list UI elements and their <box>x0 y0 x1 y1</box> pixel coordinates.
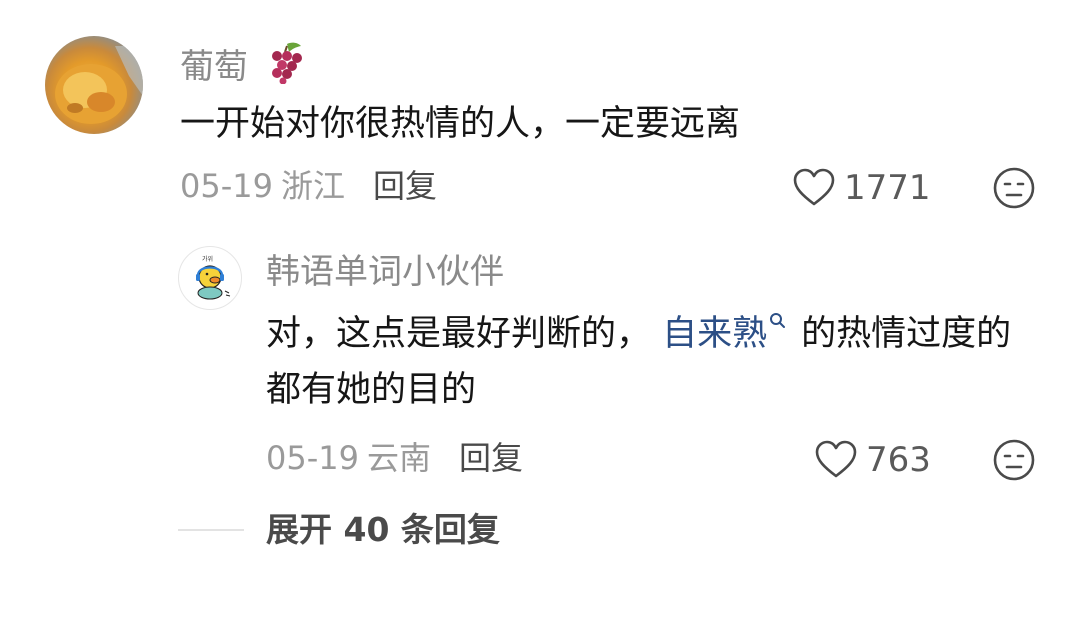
reply-dislike-button[interactable] <box>992 438 1036 486</box>
reply-text-before: 对，这点是最好判断的， <box>266 314 652 354</box>
comment-date: 05-19 <box>180 167 273 205</box>
duck-avatar-image: 가위 <box>196 255 231 300</box>
grape-icon <box>271 42 302 85</box>
reply-avatar[interactable]: 가위 <box>178 246 242 310</box>
reply-text: 对，这点是最好判断的， 自来熟 的热情过度的都有她的目的 <box>266 306 1046 418</box>
comment-meta: 05-19 浙江 回复 <box>180 166 437 206</box>
search-icon <box>770 313 786 328</box>
reply-like-button[interactable]: 763 <box>814 440 931 480</box>
reply-date: 05-19 <box>266 439 359 477</box>
expand-divider <box>178 529 244 531</box>
expand-replies-button[interactable]: 展开 40 条回复 <box>178 510 500 550</box>
dislike-face-icon <box>993 439 1035 481</box>
reply-username[interactable]: 韩语单词小伙伴 <box>266 252 504 292</box>
reply-like-count: 763 <box>866 440 931 480</box>
heart-icon <box>793 168 835 206</box>
username-text: 葡萄 <box>180 47 248 87</box>
avatar-text: 가위 <box>202 255 213 263</box>
dislike-button[interactable] <box>992 166 1036 214</box>
reply-button[interactable]: 回复 <box>373 167 437 205</box>
dislike-face-icon <box>993 167 1035 209</box>
search-link-text: 自来熟 <box>662 314 768 354</box>
avatar[interactable] <box>45 36 143 134</box>
comment-username[interactable]: 葡萄 <box>180 40 307 87</box>
comment-location: 浙江 <box>280 167 345 205</box>
heart-icon <box>815 440 857 478</box>
search-link[interactable]: 自来熟 <box>662 313 787 354</box>
expand-replies-label: 展开 40 条回复 <box>266 510 500 549</box>
reply-meta: 05-19 云南 回复 <box>266 438 523 478</box>
avatar-image <box>55 46 143 124</box>
comment-item: 葡萄 一开始对你很热情的人，一定要远离 05-19 浙江 回复 1771 <box>0 0 1080 230</box>
like-button[interactable]: 1771 <box>792 168 931 208</box>
reply-reply-button[interactable]: 回复 <box>459 439 523 477</box>
comment-text: 一开始对你很热情的人，一定要远离 <box>180 104 741 144</box>
reply-location: 云南 <box>366 439 431 477</box>
like-count: 1771 <box>844 168 931 208</box>
